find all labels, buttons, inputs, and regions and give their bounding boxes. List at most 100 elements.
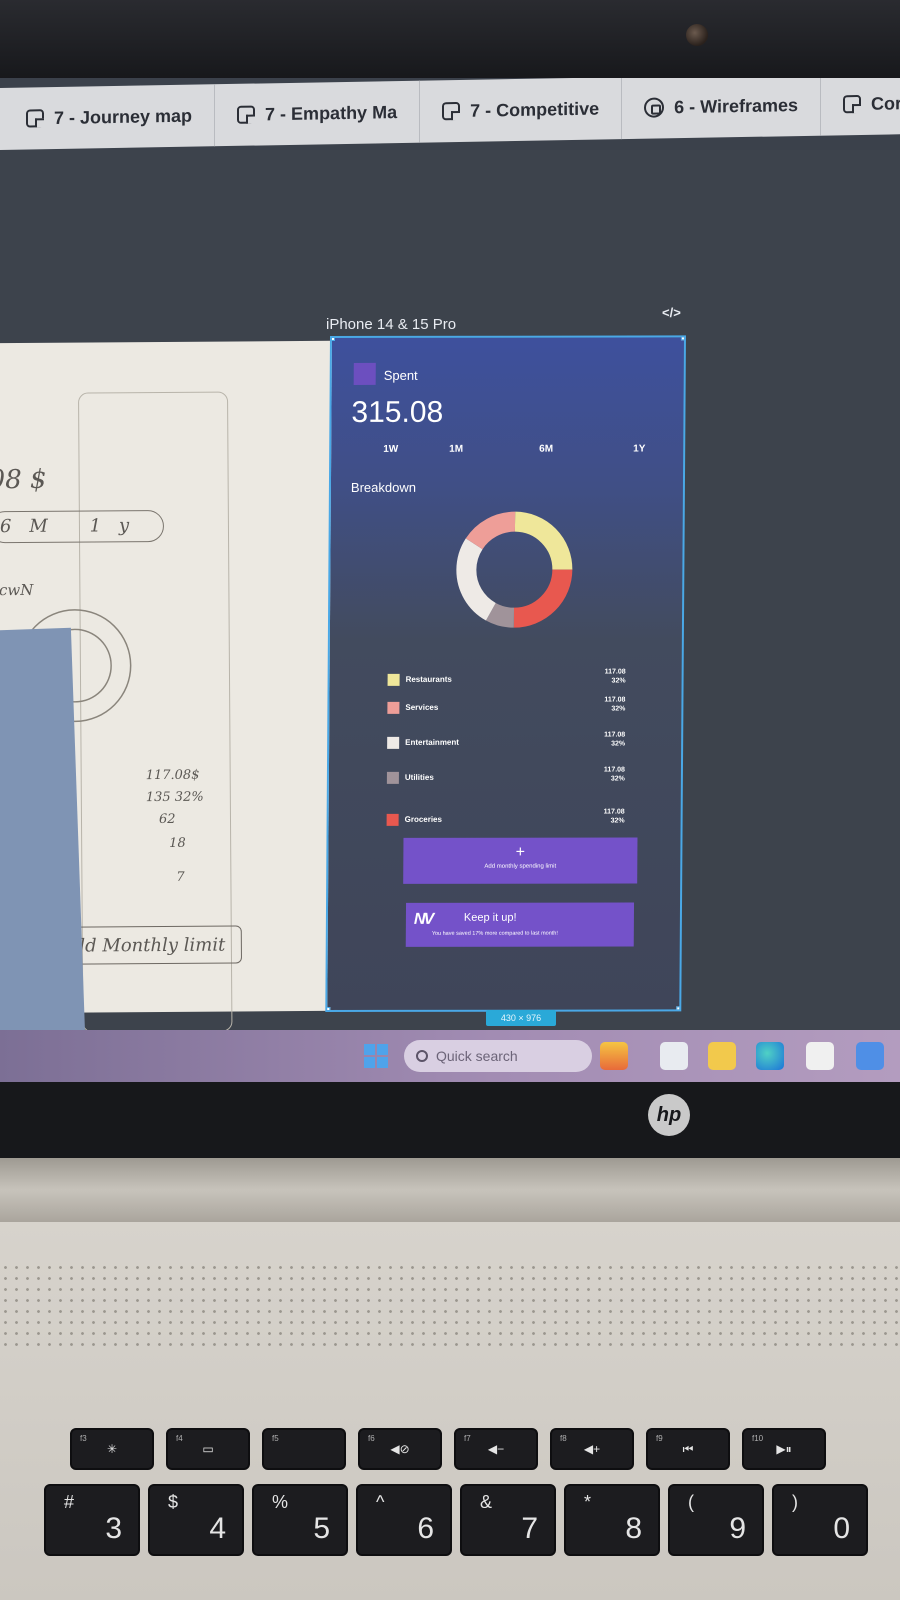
tab-core-features[interactable]: Core fea: [821, 78, 900, 136]
key-3[interactable]: #3: [44, 1484, 140, 1556]
legend-value: 117.08 32%: [603, 808, 625, 825]
legend-swatch: [387, 736, 400, 749]
key-7[interactable]: & 7: [460, 1484, 556, 1556]
tab-label: 6 - Wireframes: [674, 94, 798, 117]
tab-label: 7 - Journey map: [54, 105, 193, 128]
tab-label: 7 - Empathy Ma: [265, 101, 398, 124]
f4-key[interactable]: f4 ▭: [166, 1428, 250, 1470]
taskbar-search-box[interactable]: Quick search: [404, 1040, 592, 1072]
breakdown-label: Breakdown: [350, 479, 417, 495]
period-1m[interactable]: 1M: [449, 444, 463, 455]
sketch-value: 135 32%: [145, 789, 204, 806]
resize-handle[interactable]: [325, 1007, 331, 1013]
legend-swatch: [387, 701, 400, 714]
f5-key[interactable]: f5: [262, 1428, 346, 1470]
windows-start-icon[interactable]: [364, 1044, 388, 1068]
tab-empathy-map[interactable]: 7 - Empathy Ma: [215, 80, 421, 147]
sketch-period-selector: 6M 1y: [0, 509, 165, 544]
document-icon: [26, 109, 44, 128]
keep-subtitle: You have saved 17% more compared to last…: [431, 930, 558, 937]
limit-button-label: Add monthly spending limit: [484, 863, 557, 870]
store-icon[interactable]: [806, 1042, 834, 1070]
checkmark-app-icon[interactable]: [856, 1042, 884, 1070]
app-icon-widget[interactable]: [600, 1042, 628, 1070]
sketch-breakdown-label: bcwN: [0, 580, 34, 600]
legend-row-services: Services 117.08 32%: [387, 695, 627, 723]
prototype-icon: [644, 97, 665, 118]
folder-icon[interactable]: [708, 1042, 736, 1070]
legend-row-restaurants: Restaurants 117.08 32%: [387, 667, 627, 695]
add-spending-limit-button[interactable]: + Add monthly spending limit: [403, 837, 638, 884]
f9-key[interactable]: f9 ⏮: [646, 1428, 730, 1470]
key-8[interactable]: * 8: [564, 1484, 660, 1556]
legend-row-entertainment: Entertainment 117.08 32%: [387, 730, 627, 758]
legend-swatch: [387, 673, 400, 686]
legend-name: Groceries: [404, 814, 443, 824]
tab-label: Core fea: [871, 92, 900, 114]
legend-value: 117.08 32%: [604, 668, 626, 685]
resize-handle[interactable]: [680, 335, 686, 341]
key-9[interactable]: (9: [668, 1484, 764, 1556]
legend-name: Services: [405, 702, 439, 712]
legend-name: Utilities: [404, 772, 434, 782]
f10-key[interactable]: f10 ▶⏸: [742, 1428, 826, 1470]
search-icon: [416, 1050, 428, 1062]
search-placeholder: Quick search: [436, 1048, 518, 1064]
key-6[interactable]: ^ 6: [356, 1484, 452, 1556]
laptop-screen: 7 - Journey map 7 - Empathy Ma 7 - Compe…: [0, 78, 900, 1088]
keep-it-up-card: NV Keep it up! You have saved 17% more c…: [405, 902, 635, 947]
breakdown-donut-chart: [456, 511, 573, 628]
spent-label: Spent: [383, 367, 418, 383]
legend-value: 117.08 32%: [604, 731, 626, 748]
key-5[interactable]: % 5: [252, 1484, 348, 1556]
tab-label: 7 - Competitive: [470, 98, 600, 121]
iphone-frame[interactable]: Spent 315.08 1W 1M 6M 1Y Breakdown Resta…: [325, 335, 686, 1013]
sketch-value: 62: [158, 811, 176, 828]
document-icon: [843, 94, 861, 114]
legend-swatch: [386, 813, 399, 826]
tab-competitive[interactable]: 7 - Competitive: [420, 78, 623, 143]
webcam: [686, 24, 708, 46]
tab-journey-map[interactable]: 7 - Journey map: [0, 84, 216, 150]
keep-title: Keep it up!: [463, 911, 517, 924]
legend-value: 117.08 32%: [603, 766, 625, 783]
tab-wireframes[interactable]: 6 - Wireframes: [622, 78, 821, 140]
f3-key[interactable]: f3 ✳: [70, 1428, 154, 1470]
period-6m[interactable]: 6M: [539, 444, 553, 455]
f8-key[interactable]: f8 ◀+: [550, 1428, 634, 1470]
legend-name: Entertainment: [405, 737, 459, 747]
plus-icon: +: [515, 843, 526, 861]
legend-name: Restaurants: [405, 674, 452, 684]
key-4[interactable]: $4: [148, 1484, 244, 1556]
key-0[interactable]: ) 0: [772, 1484, 868, 1556]
spent-amount: 315.08: [351, 395, 444, 429]
legend-swatch: [386, 771, 399, 784]
legend-row-groceries: Groceries 117.08 32%: [386, 807, 627, 835]
period-1y[interactable]: 1Y: [633, 443, 645, 454]
edge-browser-icon[interactable]: [756, 1042, 784, 1070]
windows-taskbar: Quick search: [0, 1030, 900, 1082]
f6-key[interactable]: f6 ◀⊘: [358, 1428, 442, 1470]
code-icon[interactable]: </>: [662, 305, 681, 320]
resize-handle[interactable]: [676, 1006, 685, 1013]
app-logo-icon: NV: [413, 910, 433, 928]
frame-name[interactable]: iPhone 14 & 15 Pro: [326, 316, 456, 333]
screen-lower-bezel: [0, 1082, 900, 1162]
sketch-value: 18: [169, 835, 186, 851]
laptop-hinge: [0, 1158, 900, 1222]
design-canvas[interactable]: 08 $ 6M 1y bcwN tauvants vices tertainme…: [0, 150, 900, 1088]
document-icon: [237, 105, 256, 124]
legend-row-utilities: Utilities 117.08 32%: [386, 765, 627, 793]
legend-value: 117.08 32%: [604, 696, 626, 713]
spent-color-square: [353, 362, 376, 385]
app-icon-task-view[interactable]: [660, 1042, 688, 1070]
speaker-grille: [0, 1262, 900, 1352]
sketch-value: 117.08$: [145, 767, 200, 784]
document-icon: [442, 101, 461, 121]
figma-tab-bar: 7 - Journey map 7 - Empathy Ma 7 - Compe…: [0, 78, 900, 150]
f7-key[interactable]: f7 ◀−: [454, 1428, 538, 1470]
period-1w[interactable]: 1W: [383, 444, 398, 455]
hp-logo: hp: [648, 1094, 690, 1136]
sketch-value: 7: [176, 869, 185, 885]
frame-size-badge: 430 × 976: [486, 1010, 556, 1026]
